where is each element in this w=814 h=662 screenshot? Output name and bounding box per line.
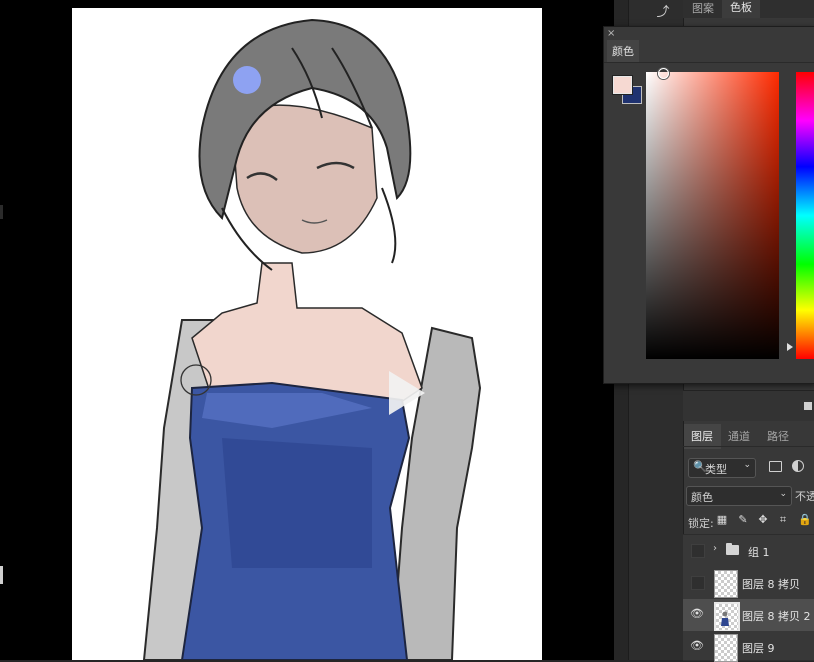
collapsed-panel-bar: [683, 390, 814, 421]
close-icon[interactable]: ×: [607, 28, 615, 39]
layer-filter-label: 类型: [705, 463, 727, 476]
face: [231, 104, 378, 254]
layer-row-selected[interactable]: 👁 图层 8 拷贝 2: [683, 599, 814, 632]
layer-name: 图层 9: [742, 642, 775, 655]
chevron-right-icon[interactable]: ›: [713, 543, 717, 554]
hue-slider-handle[interactable]: [787, 343, 793, 351]
layer-name: 组 1: [748, 546, 770, 559]
folder-icon: [726, 543, 739, 555]
layer-thumbnail: [714, 602, 740, 632]
eye-icon[interactable]: 👁: [690, 607, 704, 621]
brush-lock-icon[interactable]: ✎: [737, 514, 749, 526]
layer-filter-select[interactable]: 🔍 类型 ⌄: [688, 458, 756, 478]
visibility-toggle[interactable]: [691, 576, 705, 590]
play-overlay-icon[interactable]: [385, 368, 429, 418]
tab-swatches[interactable]: 色板: [722, 0, 760, 18]
tab-paths[interactable]: 路径: [767, 428, 789, 444]
chevron-down-icon: ⌄: [743, 460, 751, 470]
hair-accent: [233, 66, 261, 94]
hue-slider[interactable]: [796, 72, 814, 359]
history-brush-icon[interactable]: ⤴: [653, 3, 673, 23]
left-edge: [0, 0, 6, 660]
color-picker-ring[interactable]: [658, 68, 669, 79]
tab-color[interactable]: 颜色: [607, 40, 639, 63]
layer-row[interactable]: 图层 8 拷贝: [683, 567, 814, 600]
opacity-label: 不透明度: [795, 490, 814, 503]
checker-lock-icon[interactable]: ▦: [716, 514, 728, 526]
padlock-icon[interactable]: 🔒: [798, 514, 812, 526]
layer-thumbnail: [714, 570, 738, 598]
layer-name: 图层 8 拷贝 2: [742, 610, 811, 623]
left-edge-tick: [0, 205, 3, 219]
tab-patterns[interactable]: 图案: [692, 0, 714, 16]
adjustment-filter-icon[interactable]: [792, 460, 804, 472]
lock-label: 锁定:: [688, 517, 714, 530]
visibility-toggle[interactable]: [691, 544, 705, 558]
blend-mode-label: 颜色: [691, 491, 713, 504]
layer-group-row[interactable]: › 组 1: [683, 535, 814, 568]
thumbnail-figure: [721, 611, 729, 626]
layer-thumbnail: [714, 634, 738, 662]
layer-name: 图层 8 拷贝: [742, 578, 800, 591]
layers-tab-divider: [683, 446, 814, 447]
image-filter-icon[interactable]: [769, 461, 782, 472]
left-edge-marker: [0, 566, 3, 584]
illustration: [142, 18, 482, 660]
saturation-brightness-field[interactable]: [646, 72, 779, 359]
move-lock-icon[interactable]: ✥: [757, 514, 769, 526]
layer-row[interactable]: 👁 图层 9: [683, 631, 814, 662]
chevron-down-icon: ⌄: [779, 489, 787, 499]
foreground-color-swatch[interactable]: [612, 75, 633, 95]
artboard-lock-icon[interactable]: ⌗: [777, 514, 789, 526]
dress-shade: [222, 438, 372, 568]
panel-menu-icon[interactable]: [804, 402, 812, 410]
tab-channels[interactable]: 通道: [728, 428, 750, 444]
eye-icon[interactable]: 👁: [690, 639, 704, 653]
canvas[interactable]: [72, 8, 542, 660]
blend-mode-select[interactable]: 颜色 ⌄: [686, 486, 792, 506]
color-panel-divider: [604, 62, 814, 63]
